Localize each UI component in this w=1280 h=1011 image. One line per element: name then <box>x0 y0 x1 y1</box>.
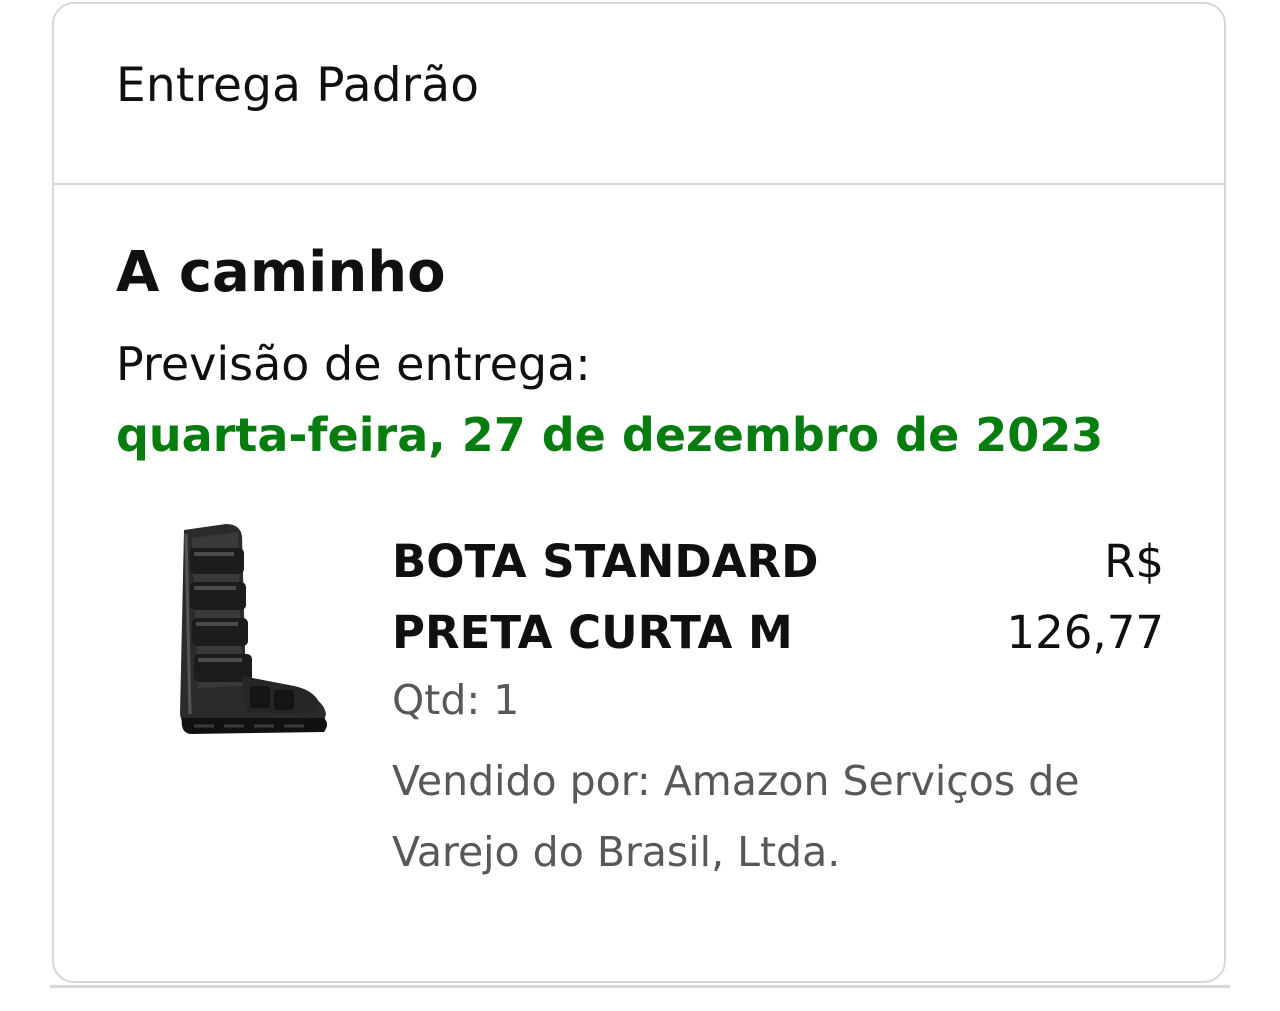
delivery-estimate-label: Previsão de entrega: <box>116 337 591 391</box>
divider <box>50 985 1230 988</box>
shipment-header: Entrega Padrão <box>54 4 1224 185</box>
seller-line-2: Varejo do Brasil, Ltda. <box>392 828 841 876</box>
product-image[interactable] <box>154 518 334 740</box>
product-quantity: Qtd: 1 <box>392 676 520 724</box>
product-title-line-1: BOTA STANDARD <box>392 535 819 588</box>
product-title[interactable]: BOTA STANDARD PRETA CURTA M <box>392 526 912 668</box>
walking-boot-icon <box>180 524 327 734</box>
product-title-line-2: PRETA CURTA M <box>392 606 793 659</box>
seller-info: Vendido por: Amazon Serviços de Varejo d… <box>392 746 1152 888</box>
price-value: 126,77 <box>1006 606 1164 659</box>
product-price: R$ 126,77 <box>1007 526 1164 668</box>
delivery-method-title: Entrega Padrão <box>116 58 480 113</box>
seller-line-1: Vendido por: Amazon Serviços de <box>392 757 1080 805</box>
shipment-card: Entrega Padrão A caminho Previsão de ent… <box>52 2 1226 983</box>
price-currency: R$ <box>1104 535 1164 588</box>
shipment-status: A caminho <box>116 240 446 305</box>
delivery-estimate-date: quarta-feira, 27 de dezembro de 2023 <box>116 408 1104 462</box>
